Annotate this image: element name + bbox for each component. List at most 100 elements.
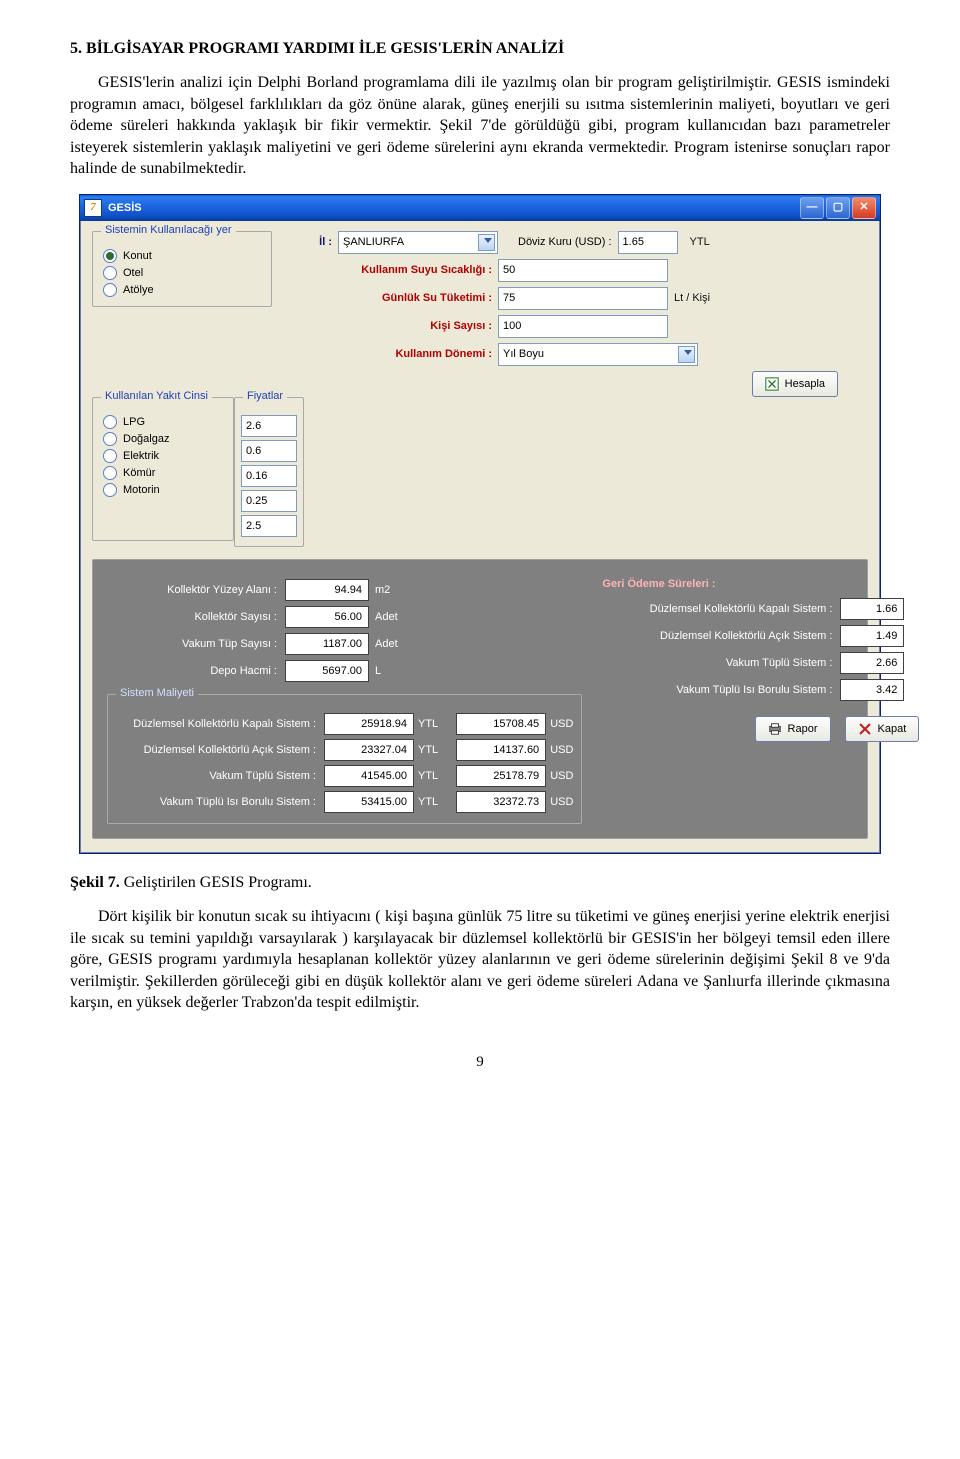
doviz-unit: YTL bbox=[690, 236, 710, 248]
usage-radio-konut[interactable]: Konut bbox=[103, 249, 261, 263]
sistem-row-label: Vakum Tüplü Isı Borulu Sistem : bbox=[116, 796, 316, 808]
fuel-label: Doğalgaz bbox=[123, 433, 169, 445]
sistem-usd-value: 15708.45 bbox=[456, 713, 546, 735]
prices-groupbox: Fiyatlar 2.6 0.6 0.16 0.25 2.5 bbox=[234, 397, 304, 547]
price-input[interactable]: 0.25 bbox=[241, 490, 297, 512]
price-value: 0.6 bbox=[246, 445, 261, 457]
usd-unit: USD bbox=[550, 744, 573, 756]
sistem-ytl-value: 23327.04 bbox=[324, 739, 414, 761]
sistem-usd-value: 32372.73 bbox=[456, 791, 546, 813]
usage-label: Atölye bbox=[123, 284, 154, 296]
usd-unit: USD bbox=[550, 770, 573, 782]
rapor-button[interactable]: Rapor bbox=[755, 716, 831, 742]
kisi-label: Kişi Sayısı : bbox=[292, 320, 492, 332]
kapat-label: Kapat bbox=[878, 723, 907, 735]
kisi-value: 100 bbox=[503, 320, 521, 332]
titlebar: GESİS — ▢ ✕ bbox=[80, 195, 880, 221]
hesapla-label: Hesapla bbox=[785, 378, 825, 390]
geri-unit: Yıl bbox=[910, 603, 923, 615]
ytl-unit: YTL bbox=[418, 770, 438, 782]
usage-radio-atolye[interactable]: Atölye bbox=[103, 283, 261, 297]
page-number: 9 bbox=[70, 1054, 890, 1071]
usage-label: Konut bbox=[123, 250, 152, 262]
fuel-radio-lpg[interactable]: LPG bbox=[103, 415, 223, 429]
sicaklik-label: Kullanım Suyu Sıcaklığı : bbox=[292, 264, 492, 276]
fuel-label: LPG bbox=[123, 416, 145, 428]
spreadsheet-icon bbox=[765, 377, 779, 391]
price-input[interactable]: 0.6 bbox=[241, 440, 297, 462]
tuketim-value: 75 bbox=[503, 292, 515, 304]
sistem-usd-value: 25178.79 bbox=[456, 765, 546, 787]
depo-value: 5697.00 bbox=[285, 660, 369, 682]
radio-dot-icon bbox=[103, 249, 117, 263]
geri-value: 1.49 bbox=[840, 625, 904, 647]
sicaklik-input[interactable]: 50 bbox=[498, 259, 668, 282]
price-input[interactable]: 2.6 bbox=[241, 415, 297, 437]
donem-label: Kullanım Dönemi : bbox=[292, 348, 492, 360]
app-icon bbox=[84, 199, 102, 217]
geri-row-label: Vakum Tüplü Isı Borulu Sistem : bbox=[602, 684, 832, 696]
fuel-radio-motorin[interactable]: Motorin bbox=[103, 483, 223, 497]
yuzey-value: 94.94 bbox=[285, 579, 369, 601]
tuketim-unit: Lt / Kişi bbox=[674, 292, 710, 304]
paragraph-2: Dört kişilik bir konutun sıcak su ihtiya… bbox=[70, 906, 890, 1014]
geri-value: 2.66 bbox=[840, 652, 904, 674]
yuzey-label: Kollektör Yüzey Alanı : bbox=[107, 584, 277, 596]
sistem-ytl-value: 25918.94 bbox=[324, 713, 414, 735]
doviz-input[interactable]: 1.65 bbox=[618, 231, 678, 254]
vakum-value: 1187.00 bbox=[285, 633, 369, 655]
sistem-row-label: Düzlemsel Kollektörlü Kapalı Sistem : bbox=[116, 718, 316, 730]
radio-dot-icon bbox=[103, 283, 117, 297]
usage-groupbox: Sistemin Kullanılacağı yer Konut Otel bbox=[92, 231, 272, 307]
kisi-input[interactable]: 100 bbox=[498, 315, 668, 338]
fuel-label: Kömür bbox=[123, 467, 155, 479]
sistem-row-label: Vakum Tüplü Sistem : bbox=[116, 770, 316, 782]
depo-unit: L bbox=[375, 665, 381, 677]
usd-unit: USD bbox=[550, 796, 573, 808]
il-label: İl : bbox=[292, 236, 332, 248]
usage-radio-otel[interactable]: Otel bbox=[103, 266, 261, 280]
yuzey-unit: m2 bbox=[375, 584, 390, 596]
doviz-label: Döviz Kuru (USD) : bbox=[518, 236, 612, 248]
usage-label: Otel bbox=[123, 267, 143, 279]
minimize-button[interactable]: — bbox=[800, 197, 824, 219]
tuketim-input[interactable]: 75 bbox=[498, 287, 668, 310]
sistem-ytl-value: 41545.00 bbox=[324, 765, 414, 787]
results-panel: Kollektör Yüzey Alanı : 94.94 m2 Kollekt… bbox=[92, 559, 868, 839]
maximize-button[interactable]: ▢ bbox=[826, 197, 850, 219]
geri-unit: Yıl bbox=[910, 684, 923, 696]
sistem-ytl-value: 53415.00 bbox=[324, 791, 414, 813]
sayi-unit: Adet bbox=[375, 611, 398, 623]
fuel-radio-dogalgaz[interactable]: Doğalgaz bbox=[103, 432, 223, 446]
donem-combobox[interactable]: Yıl Boyu bbox=[498, 343, 698, 366]
fuel-radio-elektrik[interactable]: Elektrik bbox=[103, 449, 223, 463]
fuel-radio-komur[interactable]: Kömür bbox=[103, 466, 223, 480]
tuketim-label: Günlük Su Tüketimi : bbox=[292, 292, 492, 304]
kapat-button[interactable]: Kapat bbox=[845, 716, 920, 742]
ytl-unit: YTL bbox=[418, 796, 438, 808]
usd-unit: USD bbox=[550, 718, 573, 730]
vakum-label: Vakum Tüp Sayısı : bbox=[107, 638, 277, 650]
price-input[interactable]: 0.16 bbox=[241, 465, 297, 487]
price-input[interactable]: 2.5 bbox=[241, 515, 297, 537]
geri-row-label: Düzlemsel Kollektörlü Kapalı Sistem : bbox=[602, 603, 832, 615]
close-button[interactable]: ✕ bbox=[852, 197, 876, 219]
ytl-unit: YTL bbox=[418, 744, 438, 756]
sistem-row-label: Düzlemsel Kollektörlü Açık Sistem : bbox=[116, 744, 316, 756]
il-combobox[interactable]: ŞANLIURFA bbox=[338, 231, 498, 254]
app-window: GESİS — ▢ ✕ Sistemin Kullanılacağı yer bbox=[79, 194, 881, 854]
usage-legend: Sistemin Kullanılacağı yer bbox=[101, 224, 236, 236]
fuel-groupbox: Kullanılan Yakıt Cinsi LPG Doğalgaz Elek… bbox=[92, 397, 234, 541]
geri-unit: Yıl bbox=[910, 630, 923, 642]
radio-dot-icon bbox=[103, 466, 117, 480]
sistem-legend: Sistem Maliyeti bbox=[116, 687, 198, 699]
fuel-label: Motorin bbox=[123, 484, 160, 496]
price-value: 0.25 bbox=[246, 495, 267, 507]
section-title: 5. BİLGİSAYAR PROGRAMI YARDIMI İLE GESIS… bbox=[70, 40, 890, 58]
depo-label: Depo Hacmi : bbox=[107, 665, 277, 677]
hesapla-button[interactable]: Hesapla bbox=[752, 371, 838, 397]
radio-dot-icon bbox=[103, 432, 117, 446]
figure-caption: Şekil 7. Geliştirilen GESIS Programı. bbox=[70, 874, 890, 892]
ytl-unit: YTL bbox=[418, 718, 438, 730]
printer-icon bbox=[768, 722, 782, 736]
